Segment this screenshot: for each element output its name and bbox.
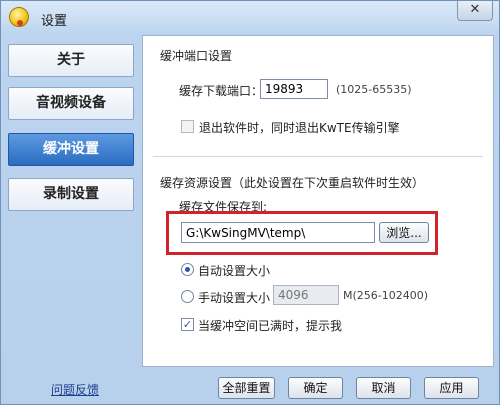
sidebar-item-about[interactable]: 关于 (8, 44, 134, 77)
settings-panel: 缓冲端口设置 缓存下载端口： (1025-65535) 退出软件时，同时退出Kw… (142, 35, 494, 367)
app-icon (9, 7, 29, 27)
notify-full-checkbox[interactable]: ✓ (181, 318, 194, 331)
notify-full-label: 当缓冲空间已满时，提示我 (198, 319, 343, 333)
manual-size-radio[interactable] (181, 290, 194, 303)
exit-with-app-label: 退出软件时，同时退出KwTE传输引擎 (199, 121, 400, 135)
feedback-link[interactable]: 问题反馈 (51, 381, 99, 398)
cancel-button[interactable]: 取消 (356, 377, 411, 399)
exit-with-app-checkbox[interactable] (181, 120, 194, 133)
reset-all-button[interactable]: 全部重置 (218, 377, 275, 399)
window-title: 设置 (41, 14, 68, 29)
size-range-hint: M(256-102400) (343, 289, 429, 302)
close-button[interactable]: ✕ (457, 1, 493, 21)
port-input[interactable] (260, 79, 328, 99)
sidebar-item-buffer-settings[interactable]: 缓冲设置 (8, 133, 134, 166)
sidebar-item-record-settings[interactable]: 录制设置 (8, 178, 134, 211)
settings-window: 设置 ✕ 关于 音视频设备 缓冲设置 录制设置 缓冲端口设置 缓存下载端口： (… (0, 0, 500, 405)
port-section-title: 缓冲端口设置 (160, 49, 233, 63)
sidebar-item-av-devices[interactable]: 音视频设备 (8, 87, 134, 120)
manual-size-label: 手动设置大小 (198, 291, 271, 305)
apply-button[interactable]: 应用 (424, 377, 479, 399)
section-divider (153, 156, 483, 157)
ok-button[interactable]: 确定 (288, 377, 343, 399)
cache-section-title: 缓存资源设置（此处设置在下次重启软件时生效） (160, 176, 425, 190)
title-bar: 设置 ✕ (1, 1, 499, 33)
manual-size-input[interactable] (273, 285, 339, 305)
annotation-highlight-box (166, 211, 438, 255)
port-label: 缓存下载端口： (179, 84, 264, 98)
close-icon: ✕ (469, 2, 481, 17)
auto-size-label: 自动设置大小 (198, 264, 271, 278)
auto-size-radio[interactable] (181, 263, 194, 276)
port-range-hint: (1025-65535) (336, 83, 412, 96)
